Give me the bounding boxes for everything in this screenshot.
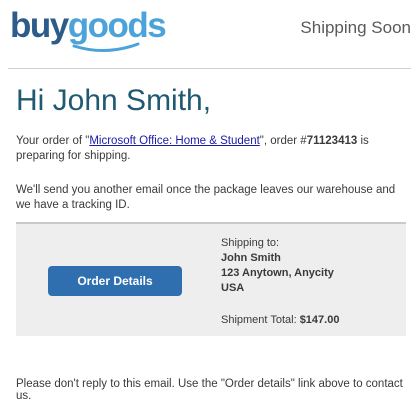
tracking-info-paragraph: We'll send you another email once the pa… [16,184,396,211]
shipment-total-label: Shipment Total: [221,314,297,326]
address-line: John Smith [221,252,281,264]
address-line: USA [221,282,245,294]
shipping-address-block: Shipping to: John Smith 123 Anytown, Any… [221,236,334,296]
greeting-heading: Hi John Smith, [16,84,212,117]
logo-text-buy: buy [10,6,69,45]
text-fragment: ", order # [259,135,307,147]
shipment-total: Shipment Total: $147.00 [221,314,339,326]
order-details-button[interactable]: Order Details [48,266,182,296]
address-line: 123 Anytown, Anycity [221,267,334,279]
shipping-to-label: Shipping to: [221,237,280,249]
order-status-paragraph: Your order of "Microsoft Office: Home & … [16,134,406,164]
buygoods-logo[interactable]: buygoods [10,6,167,46]
order-summary-panel: Order Details Shipping to: John Smith 12… [16,222,406,336]
shipment-total-value: $147.00 [299,314,340,326]
footer-note: Please don't reply to this email. Use th… [16,378,403,402]
email-header: buygoods Shipping Soon [0,0,419,69]
text-fragment: Your order of " [16,135,90,147]
logo-swoosh-icon [72,42,140,53]
shipping-status-heading: Shipping Soon [300,18,411,37]
logo-text-goods: goods [67,6,167,45]
product-link[interactable]: Microsoft Office: Home & Student [89,135,259,147]
header-divider [8,68,411,69]
order-number: 71123413 [306,135,358,147]
